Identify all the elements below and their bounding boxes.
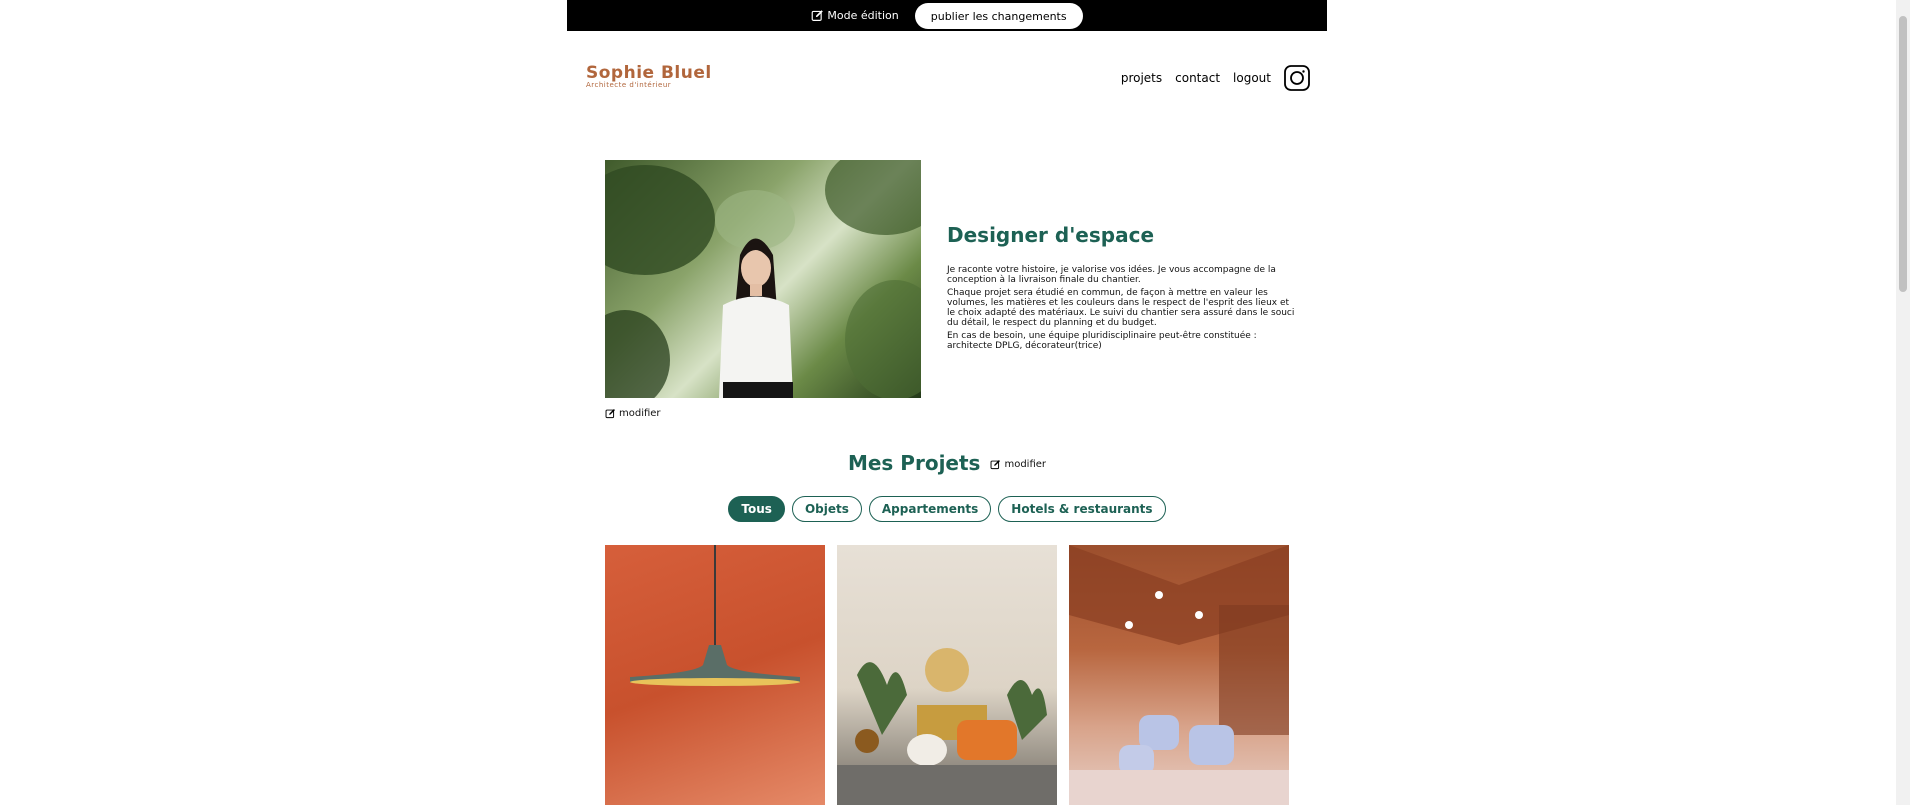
site-header: Sophie Bluel Architecte d'intérieur proj… (586, 62, 1310, 98)
main-nav: projets contact logout (1121, 65, 1310, 91)
introduction-paragraph: Je raconte votre histoire, je valorise v… (947, 265, 1276, 285)
project-gallery (605, 545, 1291, 805)
nav-link-logout[interactable]: logout (1233, 71, 1271, 85)
profile-photo (605, 160, 921, 398)
nav-link-contact[interactable]: contact (1175, 71, 1220, 85)
introduction-paragraph: En cas de besoin, une équipe pluridiscip… (947, 331, 1257, 351)
edit-projects-label: modifier (1004, 459, 1047, 470)
filter-appartements[interactable]: Appartements (868, 496, 992, 522)
profile-photo-illustration (605, 160, 921, 398)
portfolio-header: Mes Projets modifier (567, 450, 1327, 476)
edit-introduction-label: modifier (619, 408, 661, 419)
filter-hotels-restaurants[interactable]: Hotels & restaurants (998, 496, 1166, 522)
edit-mode-label: Mode édition (827, 9, 899, 22)
living-room-image (837, 648, 1057, 805)
gallery-item[interactable] (1069, 545, 1289, 805)
gallery-item[interactable] (605, 545, 825, 805)
filter-tous[interactable]: Tous (728, 496, 785, 522)
pendant-lamp-image (630, 545, 800, 686)
edit-introduction-button[interactable]: modifier (605, 408, 661, 419)
portfolio-title: Mes Projets (847, 451, 981, 475)
edit-icon (812, 10, 824, 21)
filter-objets[interactable]: Objets (791, 496, 862, 522)
logo-name: Sophie Bluel (586, 63, 712, 83)
publish-changes-button[interactable]: publier les changements (914, 3, 1083, 29)
edit-projects-button[interactable]: modifier (990, 459, 1046, 470)
scrollbar[interactable] (1896, 0, 1910, 805)
introduction-text: Designer d'espace Je raconte votre histo… (947, 222, 1297, 354)
restaurant-image (1069, 545, 1289, 805)
scrollbar-thumb[interactable] (1899, 16, 1907, 292)
nav-link-projets[interactable]: projets (1121, 71, 1162, 85)
logo[interactable]: Sophie Bluel Architecte d'intérieur (586, 63, 712, 89)
edit-icon (605, 409, 615, 419)
gallery-item[interactable] (837, 545, 1057, 805)
category-filters: Tous Objets Appartements Hotels & restau… (567, 496, 1327, 522)
edit-mode-bar: Mode édition publier les changements (567, 0, 1327, 31)
page: Mode édition publier les changements Sop… (567, 0, 1327, 805)
instagram-icon[interactable] (1284, 65, 1310, 91)
edit-icon (991, 460, 1001, 470)
introduction-paragraph: Chaque projet sera étudié en commun, de … (947, 288, 1295, 328)
edit-mode-indicator: Mode édition (811, 9, 899, 22)
introduction-title: Designer d'espace (947, 223, 1155, 247)
